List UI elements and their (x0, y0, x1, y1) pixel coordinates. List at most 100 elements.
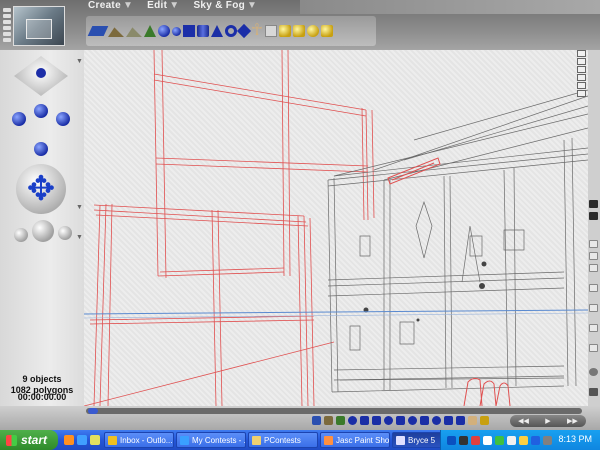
land-icon[interactable] (589, 388, 598, 396)
align-button[interactable] (589, 240, 598, 248)
menu-edit[interactable]: Edit ▼ (147, 0, 179, 11)
view-button[interactable] (577, 66, 586, 73)
sphere-icon[interactable] (158, 25, 170, 37)
desktop-icon[interactable] (77, 435, 87, 445)
move-arrows-icon: ✥ (26, 170, 56, 208)
view-button[interactable] (577, 82, 586, 89)
display-mode-buttons[interactable] (3, 8, 11, 44)
camera-trackball[interactable]: ✥ (16, 164, 66, 214)
align-button[interactable] (589, 304, 598, 312)
3d-viewport[interactable] (84, 50, 588, 406)
options-triangle-icon[interactable]: ▼ (76, 58, 83, 65)
taskbar-item-paintshop[interactable]: Jasc Paint Sho... (320, 432, 390, 448)
gold-primitive-icon[interactable] (480, 416, 489, 425)
timeline-scrubber[interactable] (86, 408, 582, 414)
time-readout: 00:00:00.00 (17, 392, 67, 402)
menu-create[interactable]: Create ▼ (88, 0, 133, 11)
tray-icon[interactable] (471, 435, 480, 445)
tray-icon[interactable] (495, 435, 504, 445)
terrain-icon[interactable] (108, 27, 124, 37)
align-button[interactable] (589, 344, 598, 352)
menu-sky-fog[interactable]: Sky & Fog ▼ (193, 0, 257, 11)
browser-icon[interactable] (64, 435, 74, 445)
camera-direction-control[interactable] (6, 102, 76, 136)
tray-icon[interactable] (543, 435, 552, 445)
gold-primitive-icon[interactable] (307, 25, 319, 37)
cone-icon[interactable] (211, 25, 223, 37)
windows-taskbar: start Inbox - Outlo... My Contests - ...… (0, 430, 600, 450)
stone-icon[interactable] (126, 27, 142, 37)
forward-icon[interactable]: ▶▶ (567, 417, 578, 425)
start-button[interactable]: start (0, 430, 58, 450)
view-button[interactable] (577, 90, 586, 97)
browser-icon (180, 435, 189, 445)
options-triangle-icon[interactable]: ▼ (76, 204, 83, 211)
tray-icon[interactable] (459, 435, 468, 445)
tray-icon[interactable] (483, 435, 492, 445)
rewind-icon[interactable]: ◀◀ (518, 417, 529, 425)
media-icon[interactable] (90, 435, 100, 445)
gold-primitive-icon[interactable] (293, 25, 305, 37)
plane-icon[interactable] (312, 416, 321, 425)
align-button[interactable] (589, 264, 598, 272)
main-menu: Create ▼ Edit ▼ Sky & Fog ▼ (88, 0, 257, 11)
bottom-toolbar (312, 416, 489, 425)
camera-tilt-control[interactable] (8, 138, 74, 166)
header-strip (300, 0, 600, 14)
randomize-icon[interactable] (589, 368, 598, 376)
top-toolbar: Create ▼ Edit ▼ Sky & Fog ▼ ☥ (0, 0, 600, 50)
human-figure-icon[interactable]: ☥ (251, 23, 263, 39)
play-icon[interactable]: ▶ (545, 417, 550, 425)
tray-icon[interactable] (519, 435, 528, 445)
nano-preview-thumbnail[interactable] (13, 6, 65, 46)
pyramid-icon[interactable] (420, 416, 429, 425)
sphere-small-icon[interactable] (172, 26, 181, 36)
pyramid-icon[interactable] (236, 23, 252, 39)
gold-primitive-icon[interactable] (321, 25, 333, 37)
folder-icon (252, 435, 261, 445)
symmetric-lattice-icon[interactable] (265, 25, 277, 37)
view-button[interactable] (577, 74, 586, 81)
brush-icon[interactable] (589, 200, 598, 208)
tray-icon[interactable] (531, 435, 540, 445)
gold-primitive-icon[interactable] (279, 25, 291, 37)
tray-icon[interactable] (447, 435, 456, 445)
cylinder-icon[interactable] (372, 416, 381, 425)
align-button[interactable] (589, 284, 598, 292)
view-button[interactable] (577, 58, 586, 65)
bryce-icon (396, 435, 405, 445)
torus-icon[interactable] (225, 25, 237, 37)
playback-controls[interactable]: ◀◀ ▶ ▶▶ (510, 415, 586, 427)
align-button[interactable] (589, 324, 598, 332)
camera-cross-control[interactable] (14, 56, 68, 96)
cylinder-icon[interactable] (456, 416, 465, 425)
tree-icon[interactable] (144, 25, 156, 37)
terrain-icon[interactable] (324, 416, 333, 425)
wireframe-scene (84, 50, 588, 406)
timeline-knob[interactable] (88, 408, 98, 414)
tray-icon[interactable] (507, 435, 516, 445)
zoom-spheres-control[interactable] (14, 218, 72, 254)
human-figure-icon[interactable] (468, 416, 477, 425)
align-button[interactable] (589, 252, 598, 260)
quick-launch (64, 435, 100, 445)
tree-icon[interactable] (336, 416, 345, 425)
taskbar-item-inbox[interactable]: Inbox - Outlo... (104, 432, 174, 448)
sphere-icon[interactable] (432, 416, 441, 425)
taskbar-item-pcontests[interactable]: PContests (248, 432, 318, 448)
sphere-icon[interactable] (348, 416, 357, 425)
cylinder-icon[interactable] (197, 25, 209, 37)
taskbar-item-contests[interactable]: My Contests - ... (176, 432, 246, 448)
eraser-icon[interactable] (589, 212, 598, 220)
cube-icon[interactable] (183, 25, 195, 37)
plane-icon[interactable] (87, 26, 109, 36)
left-control-panel: ✥ ▼ ▼ ▼ 9 objects 1082 polygons (0, 50, 84, 430)
cube-icon[interactable] (444, 416, 453, 425)
cone-icon[interactable] (396, 416, 405, 425)
view-button[interactable] (577, 50, 586, 57)
cube-icon[interactable] (360, 416, 369, 425)
sphere-icon[interactable] (384, 416, 393, 425)
chevron-down-icon: ▼ (169, 0, 180, 11)
torus-icon[interactable] (408, 416, 417, 425)
options-triangle-icon[interactable]: ▼ (76, 234, 83, 241)
